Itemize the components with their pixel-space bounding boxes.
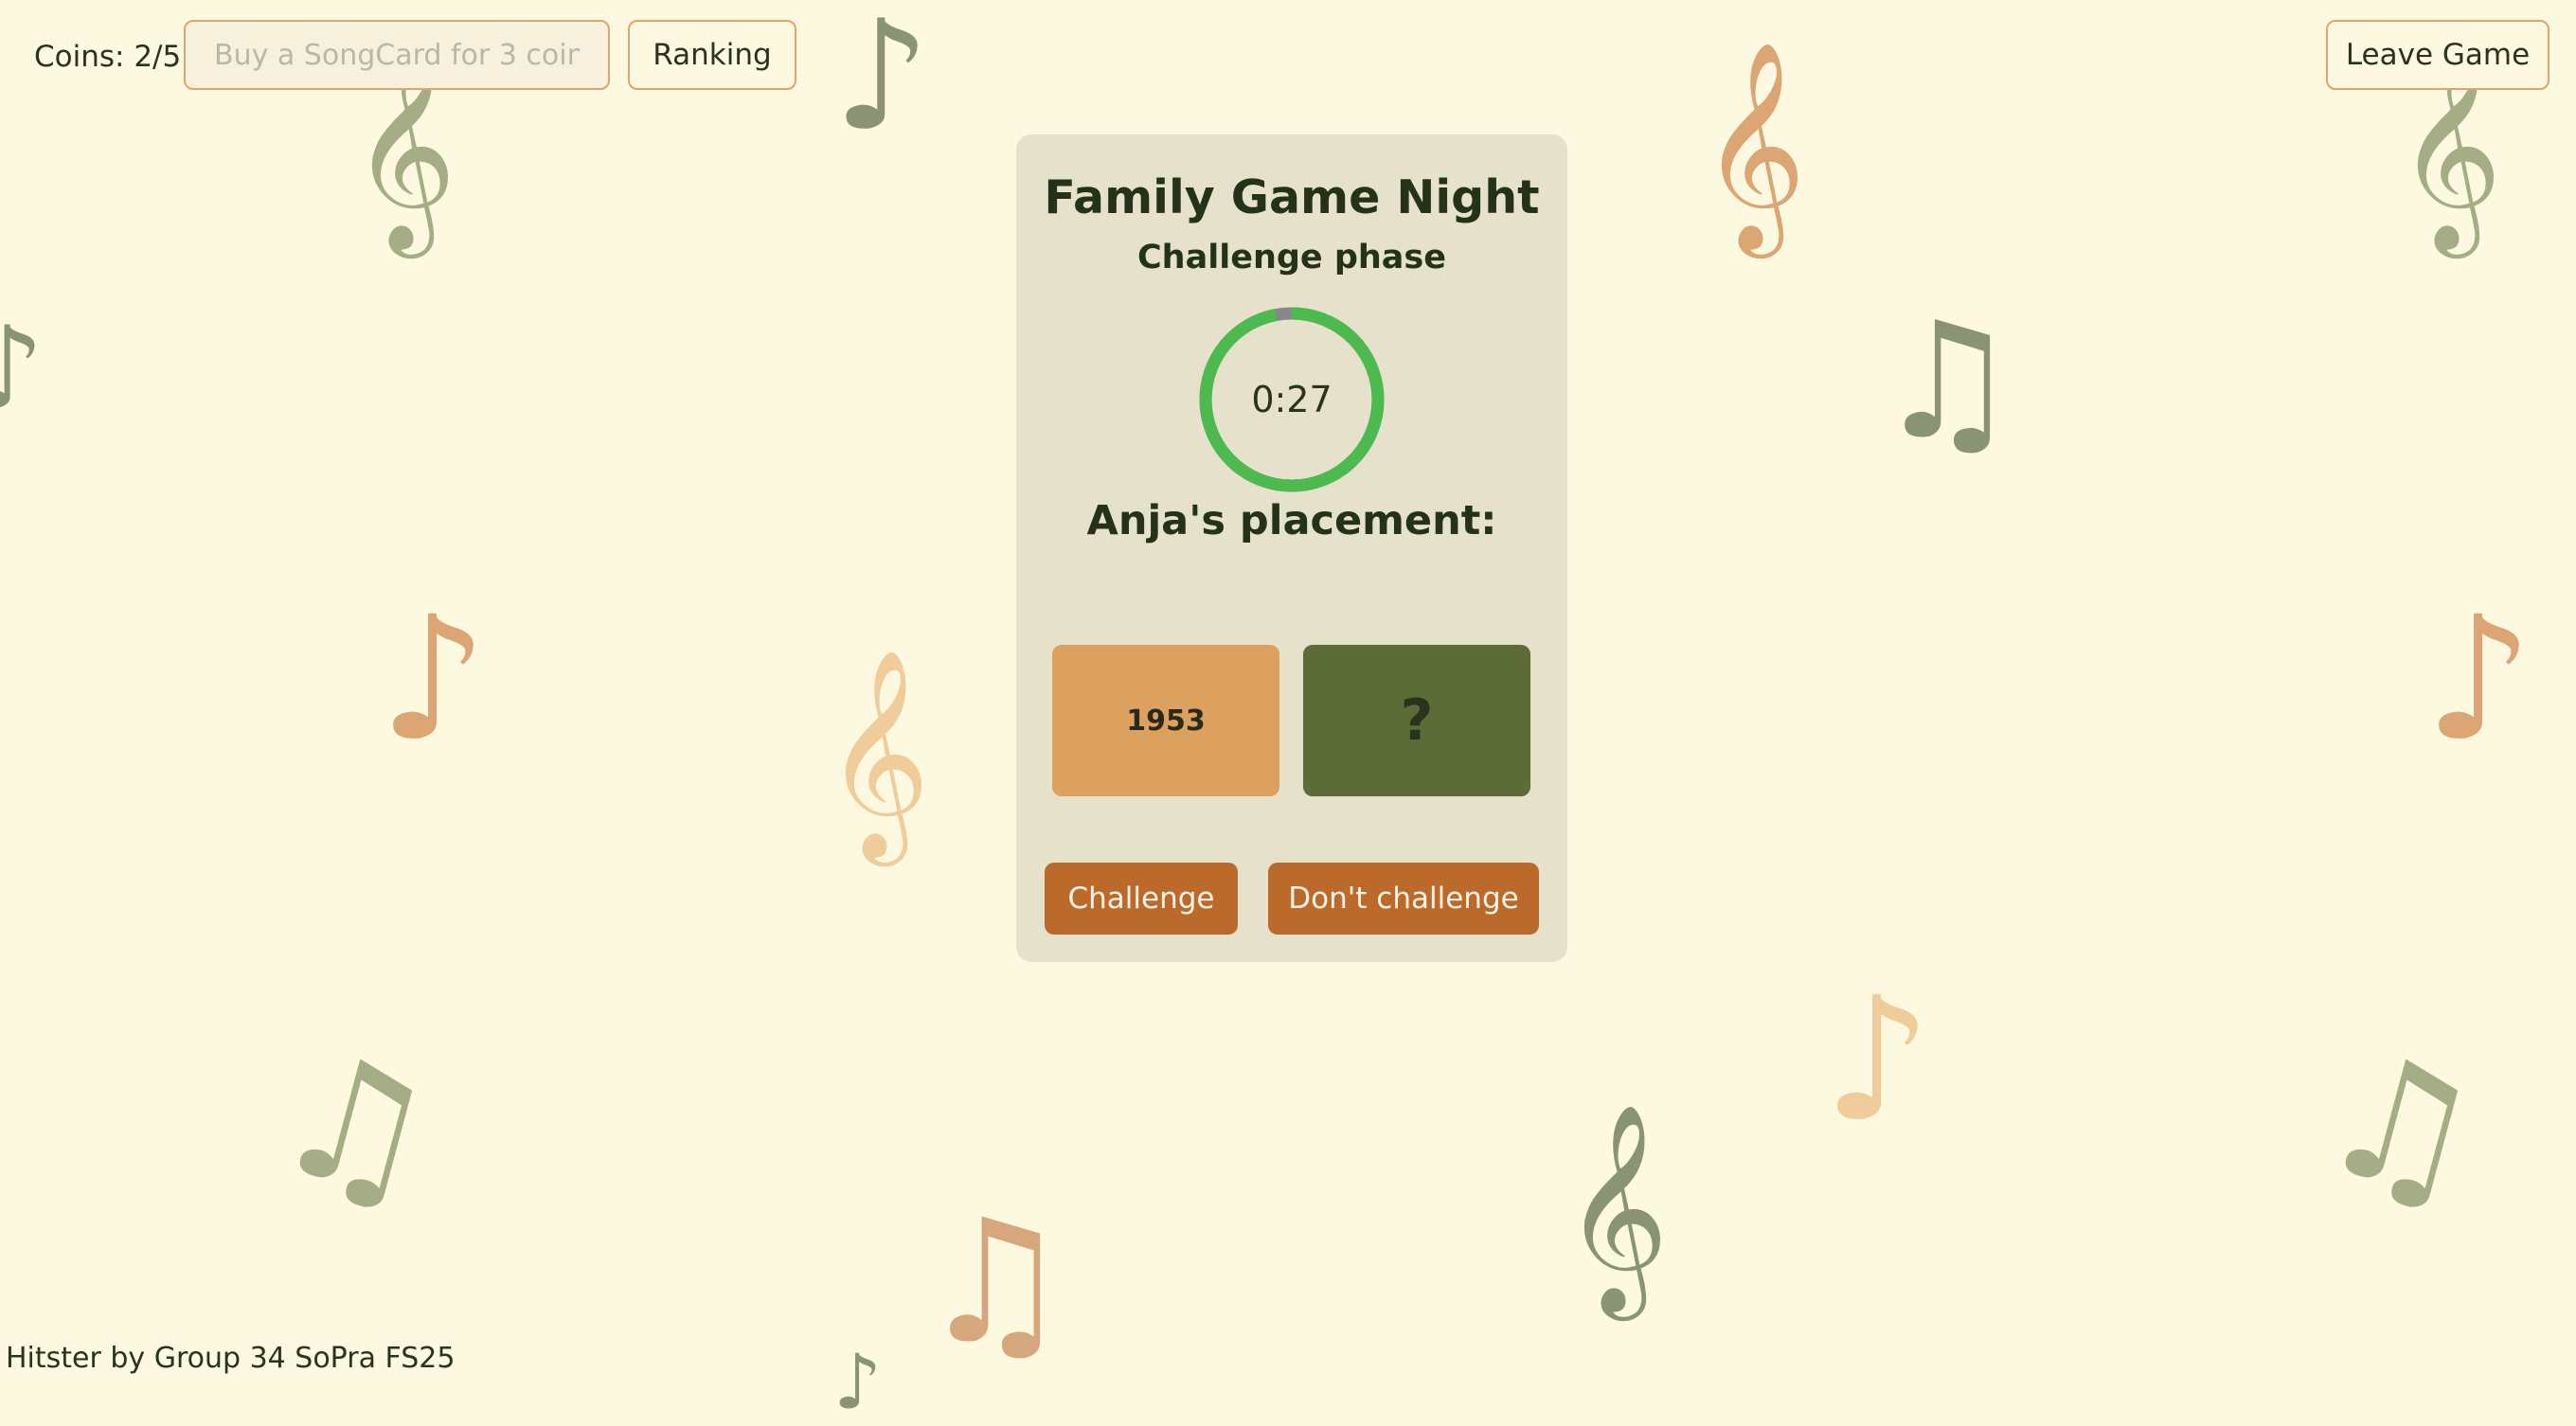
- challenge-button[interactable]: Challenge: [1045, 863, 1238, 935]
- treble-clef-icon: 𝄞: [1700, 40, 1807, 249]
- song-card-placed: 1953: [1052, 645, 1279, 796]
- song-card-unknown: ?: [1303, 645, 1530, 796]
- song-card-unknown-label: ?: [1400, 687, 1434, 754]
- phase-label: Challenge phase: [1136, 239, 1446, 276]
- leave-game-button[interactable]: Leave Game: [2326, 20, 2549, 90]
- footer-credit: Hitster by Group 34 SoPra FS25: [6, 1342, 456, 1375]
- eighth-note-icon: ♪: [833, 0, 931, 164]
- eighth-note-icon: ♪: [833, 1338, 883, 1426]
- beamed-notes-icon: ♫: [2301, 1010, 2501, 1242]
- game-panel: Family Game Night Challenge phase 0:27 A…: [1016, 134, 1567, 962]
- beamed-notes-icon: ♫: [1875, 288, 2020, 475]
- treble-clef-icon: 𝄞: [1563, 1102, 1670, 1311]
- buy-songcard-input[interactable]: [184, 20, 610, 90]
- coins-counter: Coins: 2/5: [34, 40, 182, 74]
- treble-clef-icon: 𝄞: [824, 648, 931, 857]
- beamed-notes-icon: ♫: [256, 1010, 456, 1242]
- song-card-year: 1953: [1126, 704, 1206, 738]
- ranking-button[interactable]: Ranking: [628, 20, 796, 90]
- timer-text: 0:27: [1251, 379, 1333, 420]
- game-title: Family Game Night: [1044, 170, 1540, 224]
- placement-label: Anja's placement:: [1086, 497, 1497, 544]
- eighth-note-icon: ♪: [0, 303, 45, 435]
- countdown-timer: 0:27: [1197, 305, 1386, 494]
- eighth-note-icon: ♪: [379, 580, 488, 778]
- beamed-notes-icon: ♫: [919, 1184, 1072, 1381]
- eighth-note-icon: ♪: [2424, 580, 2533, 778]
- dont-challenge-button[interactable]: Don't challenge: [1268, 863, 1539, 935]
- eighth-note-icon: ♪: [1823, 961, 1932, 1159]
